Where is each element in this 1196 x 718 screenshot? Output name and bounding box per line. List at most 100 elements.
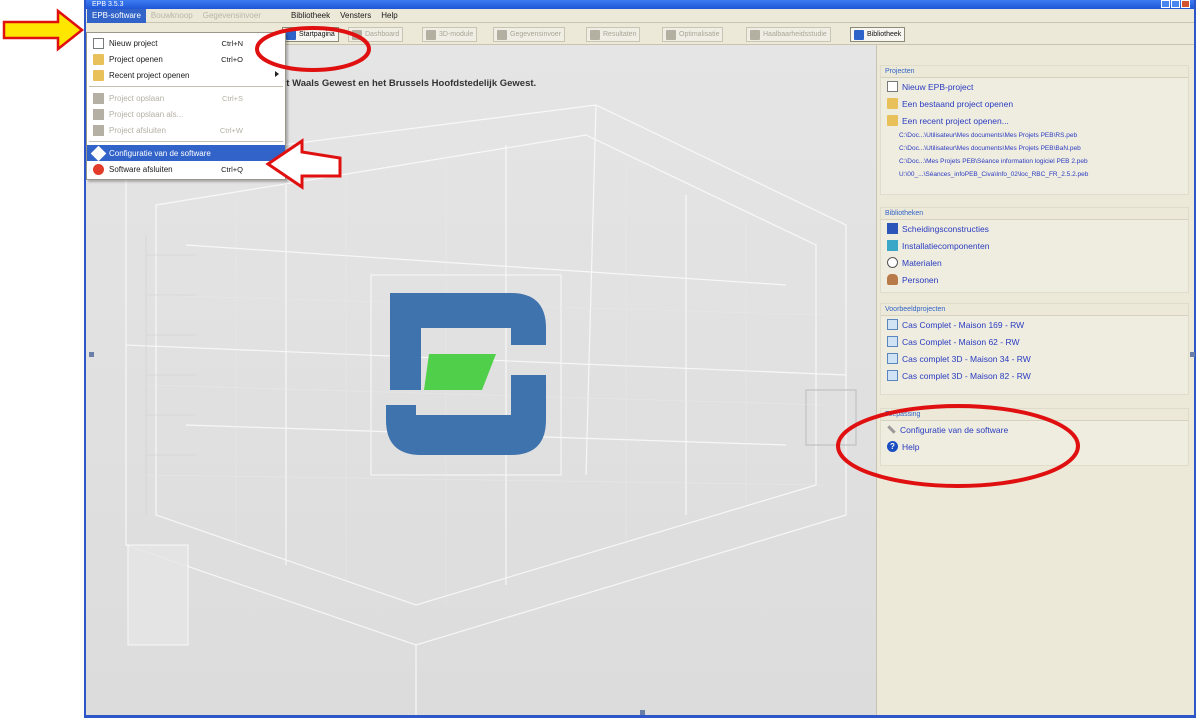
gear-icon: [750, 29, 760, 40]
toolbar-button-label: Haalbaarheidsstudie: [763, 31, 827, 38]
toolbar-startpagina-button[interactable]: Startpagina: [282, 27, 339, 42]
library-scheidingsconstructies-link[interactable]: Scheidingsconstructies: [881, 220, 1188, 237]
yellow-arrow-annotation: [2, 8, 85, 52]
toolbar-dashboard-button[interactable]: Dashboard: [348, 27, 404, 42]
voorbeeldprojecten-section: Voorbeeldprojecten Cas Complet - Maison …: [880, 303, 1189, 395]
input-icon: [497, 29, 507, 40]
wrench-icon: [887, 425, 896, 434]
toolbar-button-label: 3D-module: [439, 31, 474, 38]
link-label: Personen: [902, 274, 939, 285]
toolbar-button-label: Gegevensinvoer: [510, 31, 561, 38]
toolbar-resultaten-button[interactable]: Resultaten: [586, 27, 641, 42]
toolbar-optimalisatie-button[interactable]: Optimalisatie: [662, 27, 724, 42]
toolbar-gegevensinvoer-button[interactable]: Gegevensinvoer: [493, 27, 565, 42]
example-project-link[interactable]: Cas Complet - Maison 62 - RW: [881, 333, 1188, 350]
menu-bibliotheek[interactable]: Bibliotheek: [286, 9, 335, 23]
resize-handle[interactable]: [1190, 352, 1195, 357]
shortcut-label: Ctrl+S: [221, 93, 243, 103]
submenu-arrow-icon: [275, 71, 279, 77]
exit-icon: [93, 163, 104, 175]
open-project-link[interactable]: Een bestaand project openen: [881, 95, 1188, 112]
menu-epb-software[interactable]: EPB-software: [87, 8, 146, 23]
open-recent-project-link[interactable]: Een recent project openen...: [881, 112, 1188, 129]
menu-separator: [89, 141, 283, 142]
projecten-section: Projecten Nieuw EPB-project Een bestaand…: [880, 65, 1189, 195]
example-project-link[interactable]: Cas complet 3D - Maison 82 - RW: [881, 367, 1188, 384]
menu-item-label: Project afsluiten: [109, 125, 166, 135]
chart-icon: [590, 29, 600, 40]
folder-icon: [93, 69, 104, 81]
material-icon: [887, 257, 898, 268]
home-icon: [286, 29, 296, 40]
menu-bar: EPB-software Bouwknoop Gegevensinvoer Bi…: [86, 8, 1194, 23]
section-header: Toepassing: [881, 409, 1188, 421]
toepassing-section: Toepassing Configuratie van de software …: [880, 408, 1189, 466]
new-project-link[interactable]: Nieuw EPB-project: [881, 78, 1188, 95]
link-label: Cas Complet - Maison 169 - RW: [902, 319, 1025, 330]
link-label: Nieuw EPB-project: [902, 81, 974, 92]
menu-item-recent-project-openen[interactable]: Recent project openen: [87, 67, 285, 83]
toolbar-button-label: Dashboard: [365, 31, 400, 38]
toolbar-button-label: Startpagina: [299, 31, 335, 38]
menu-item-software-afsluiten[interactable]: Software afsluiten Ctrl+Q: [87, 161, 285, 177]
library-installatiecomponenten-link[interactable]: Installatiecomponenten: [881, 237, 1188, 254]
recent-file-link[interactable]: C:\Doc...\Mes Projets PEB\Séance informa…: [881, 155, 1188, 168]
bibliotheken-section: Bibliotheken Scheidingsconstructies Inst…: [880, 207, 1189, 293]
menu-item-project-openen[interactable]: Project openen Ctrl+O: [87, 51, 285, 67]
link-label: Een bestaand project openen: [902, 98, 1014, 109]
menu-item-project-opslaan[interactable]: Project opslaan Ctrl+S: [87, 90, 285, 106]
epb-logo: [386, 293, 546, 455]
menu-item-label: Project opslaan als...: [109, 109, 184, 119]
configuration-link[interactable]: Configuratie van de software: [881, 421, 1188, 438]
example-project-link[interactable]: Cas complet 3D - Maison 34 - RW: [881, 350, 1188, 367]
link-label: Materialen: [902, 257, 942, 268]
menu-bouwknoop[interactable]: Bouwknoop: [146, 9, 198, 23]
menu-item-project-afsluiten[interactable]: Project afsluiten Ctrl+W: [87, 122, 285, 138]
toolbar-3d-module-button[interactable]: 3D-module: [422, 27, 478, 42]
folder-icon: [93, 53, 104, 65]
menu-vensters[interactable]: Vensters: [335, 9, 376, 23]
recent-file-link[interactable]: C:\Doc...\Utilisateur\Mes documents\Mes …: [881, 129, 1188, 142]
example-project-link[interactable]: Cas Complet - Maison 169 - RW: [881, 316, 1188, 333]
menu-item-label: Software afsluiten: [109, 164, 173, 174]
library-materialen-link[interactable]: Materialen: [881, 254, 1188, 271]
resize-handle[interactable]: [89, 352, 94, 357]
close-button[interactable]: [1181, 0, 1190, 8]
link-label: Een recent project openen...: [902, 115, 1009, 126]
menu-item-label: Nieuw project: [109, 38, 158, 48]
link-label: Installatiecomponenten: [902, 240, 990, 251]
person-icon: [887, 274, 898, 285]
help-icon: ?: [887, 441, 898, 452]
epb-software-menu: Nieuw project Ctrl+N Project openen Ctrl…: [86, 32, 286, 180]
toolbar-haalbaarheidsstudie-button[interactable]: Haalbaarheidsstudie: [746, 27, 831, 42]
maximize-button[interactable]: [1171, 0, 1180, 8]
window-controls: [1161, 0, 1190, 8]
section-header: Voorbeeldprojecten: [881, 304, 1188, 316]
help-link[interactable]: ? Help: [881, 438, 1188, 455]
section-header: Projecten: [881, 66, 1188, 78]
installation-icon: [887, 240, 898, 251]
folder-icon: [887, 98, 898, 109]
toolbar-bibliotheek-button[interactable]: Bibliotheek: [850, 27, 906, 42]
link-label: Cas complet 3D - Maison 34 - RW: [902, 353, 1031, 364]
library-personen-link[interactable]: Personen: [881, 271, 1188, 288]
project-file-icon: [887, 319, 898, 330]
resize-handle[interactable]: [640, 710, 645, 715]
menu-item-label: Project openen: [109, 54, 163, 64]
wall-icon: [887, 223, 898, 234]
library-icon: [854, 29, 864, 40]
menu-gegevensinvoer[interactable]: Gegevensinvoer: [198, 9, 266, 23]
recent-file-link[interactable]: U:\00_...\Séances_infoPEB_Civa\Info_02\l…: [881, 168, 1188, 181]
link-label: Help: [902, 441, 920, 452]
save-icon: [93, 92, 104, 104]
dashboard-icon: [352, 29, 362, 40]
recent-file-link[interactable]: C:\Doc...\Utilisateur\Mes documents\Mes …: [881, 142, 1188, 155]
menu-item-project-opslaan-als[interactable]: Project opslaan als...: [87, 106, 285, 122]
minimize-button[interactable]: [1161, 0, 1170, 8]
cube-icon: [426, 29, 436, 40]
link-label: Cas complet 3D - Maison 82 - RW: [902, 370, 1031, 381]
menu-help[interactable]: Help: [376, 9, 402, 23]
menu-item-nieuw-project[interactable]: Nieuw project Ctrl+N: [87, 35, 285, 51]
project-file-icon: [887, 336, 898, 347]
menu-item-configuratie[interactable]: Configuratie van de software: [87, 145, 285, 161]
